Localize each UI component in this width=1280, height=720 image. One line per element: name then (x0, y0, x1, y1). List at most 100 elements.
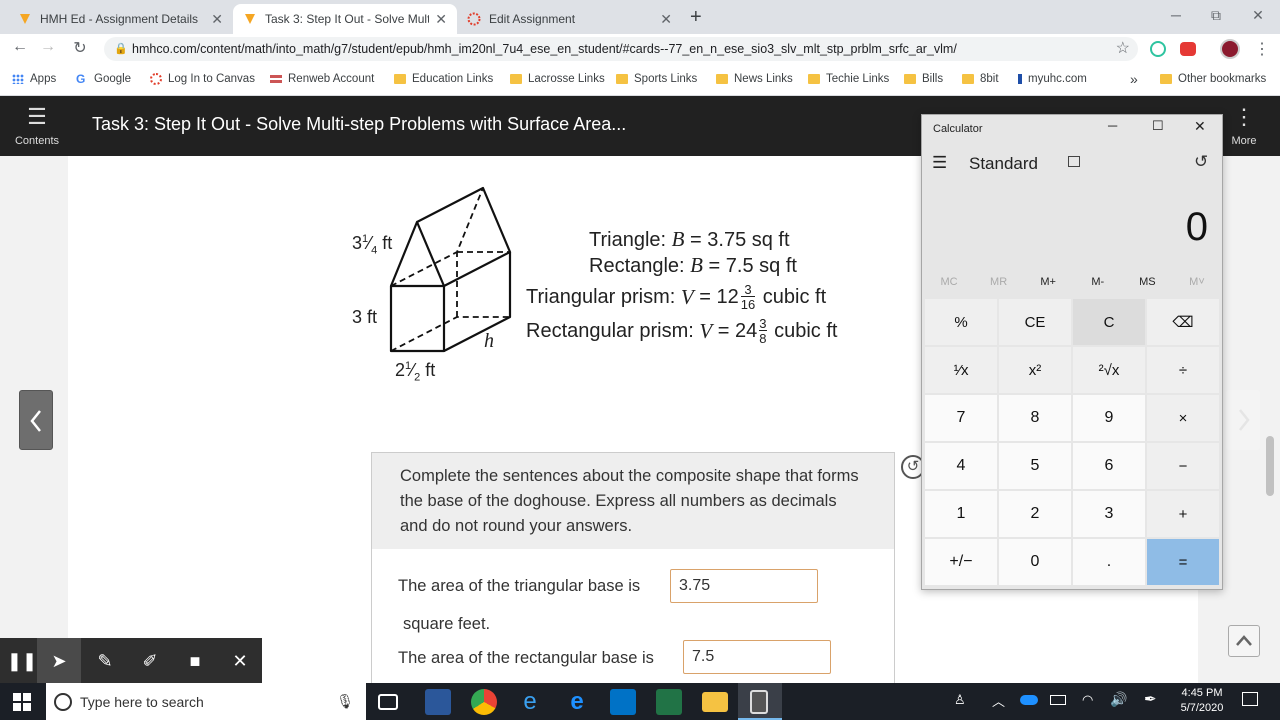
scroll-top-button[interactable] (1228, 625, 1260, 657)
camera-icon[interactable]: ■ (173, 638, 217, 684)
word-icon[interactable] (425, 689, 451, 715)
forward-icon[interactable]: → (36, 38, 60, 56)
next-page-button[interactable] (1226, 390, 1260, 450)
task-view-icon[interactable] (378, 694, 398, 710)
calc-key-digit-7[interactable]: 7 (925, 395, 997, 441)
calc-key-divide[interactable]: ÷ (1147, 347, 1219, 393)
memory-button[interactable]: MR (975, 276, 1023, 288)
calc-key-backspace[interactable]: ⌫ (1147, 299, 1219, 345)
back-icon[interactable]: ← (8, 38, 32, 56)
battery-icon[interactable] (1050, 695, 1066, 705)
volume-icon[interactable]: 🔊 (1110, 691, 1127, 708)
bookmark-canvas[interactable]: Log In to Canvas (150, 71, 255, 87)
triangular-base-area-input[interactable]: 3.75 (670, 569, 818, 603)
onedrive-icon[interactable] (1020, 695, 1038, 705)
calc-key-clear-entry[interactable]: CE (999, 299, 1071, 345)
memory-button[interactable]: M- (1074, 276, 1122, 288)
bookmark-other[interactable]: Other bookmarks (1160, 71, 1266, 87)
chrome-icon[interactable] (471, 689, 497, 715)
memory-button[interactable]: MC (925, 276, 973, 288)
internet-explorer-icon[interactable]: e (517, 689, 543, 715)
calc-key-digit-1[interactable]: 1 (925, 491, 997, 537)
microphone-icon[interactable]: 🎙 (336, 693, 354, 710)
excel-icon[interactable] (656, 689, 682, 715)
tab-close-icon[interactable]: ✕ (660, 11, 672, 28)
bookmark-techie-links[interactable]: Techie Links (808, 71, 889, 87)
address-bar[interactable]: 🔒 hmhco.com/content/math/into_math/g7/st… (104, 37, 1138, 61)
reload-icon[interactable]: ↻ (68, 38, 92, 58)
windows-start-icon[interactable] (13, 693, 31, 711)
bookmark-education-links[interactable]: Education Links (394, 71, 493, 87)
calc-key-equals[interactable]: = (1147, 539, 1219, 585)
calc-key-digit-5[interactable]: 5 (999, 443, 1071, 489)
more-button[interactable]: ⋮ More (1222, 105, 1266, 148)
bookmark-8bit[interactable]: 8bit (962, 71, 999, 87)
extension-red-icon[interactable] (1180, 42, 1196, 56)
calculator-close-button[interactable]: ✕ (1194, 118, 1206, 135)
calc-key-digit-6[interactable]: 6 (1073, 443, 1145, 489)
file-explorer-icon[interactable] (702, 692, 728, 712)
tab-task-3[interactable]: Task 3: Step It Out - Solve Multi- ✕ (233, 4, 457, 34)
calc-key-subtract[interactable]: − (1147, 443, 1219, 489)
outlook-icon[interactable] (610, 689, 636, 715)
memory-button[interactable]: M˅ (1173, 276, 1221, 288)
calc-key-digit-0[interactable]: 0 (999, 539, 1071, 585)
bookmark-myuhc[interactable]: myuhc.com (1018, 71, 1087, 87)
highlighter-icon[interactable]: ✐ (128, 638, 172, 684)
taskbar-clock[interactable]: 4:45 PM 5/7/2020 (1172, 686, 1232, 716)
window-maximize-button[interactable]: ⧉ (1196, 4, 1236, 26)
calc-key-square[interactable]: x² (999, 347, 1071, 393)
calculator-menu-icon[interactable]: ☰ (932, 153, 947, 173)
calc-key-reciprocal[interactable]: ¹⁄x (925, 347, 997, 393)
people-icon[interactable]: ♙ (954, 692, 966, 708)
window-close-button[interactable]: ✕ (1238, 4, 1278, 26)
tray-chevron-up-icon[interactable]: ︿ (992, 691, 1005, 710)
calc-key-digit-9[interactable]: 9 (1073, 395, 1145, 441)
calc-key-multiply[interactable]: × (1147, 395, 1219, 441)
calc-key-decimal[interactable]: . (1073, 539, 1145, 585)
tab-close-icon[interactable]: ✕ (435, 11, 447, 28)
bookmark-lacrosse-links[interactable]: Lacrosse Links (510, 71, 605, 87)
memory-button[interactable]: M+ (1024, 276, 1072, 288)
memory-button[interactable]: MS (1123, 276, 1171, 288)
rectangular-base-area-input[interactable]: 7.5 (683, 640, 831, 674)
contents-button[interactable]: ☰ Contents (0, 105, 74, 148)
calc-key-negate[interactable]: +/− (925, 539, 997, 585)
bookmark-apps[interactable]: Apps (12, 71, 56, 87)
browser-menu-icon[interactable]: ⋮ (1254, 39, 1270, 59)
calc-key-digit-2[interactable]: 2 (999, 491, 1071, 537)
bookmarks-overflow-button[interactable]: » (1130, 71, 1138, 87)
profile-avatar[interactable] (1220, 39, 1240, 59)
bookmark-renweb[interactable]: Renweb Account (270, 71, 374, 87)
calc-key-clear[interactable]: C (1073, 299, 1145, 345)
annotation-close-icon[interactable]: ✕ (218, 638, 262, 684)
calc-key-square-root[interactable]: ²√x (1073, 347, 1145, 393)
calculator-minimize-button[interactable]: ─ (1108, 118, 1117, 133)
pointer-icon[interactable]: ➤ (37, 638, 81, 684)
history-icon[interactable]: ↺ (1194, 152, 1208, 172)
tab-hmh-assignment-details[interactable]: HMH Ed - Assignment Details ✕ (8, 4, 233, 34)
extension-grammarly-icon[interactable] (1150, 41, 1166, 57)
calculator-maximize-button[interactable]: ☐ (1152, 118, 1164, 134)
pen-icon[interactable]: ✎ (83, 638, 127, 684)
keep-on-top-icon[interactable] (1068, 156, 1080, 167)
new-tab-button[interactable]: + (690, 6, 702, 29)
bookmark-star-icon[interactable]: ☆ (1116, 37, 1130, 61)
calc-key-percent[interactable]: % (925, 299, 997, 345)
tab-close-icon[interactable]: ✕ (211, 11, 223, 28)
edge-icon[interactable]: e (564, 689, 590, 715)
bookmark-news-links[interactable]: News Links (716, 71, 793, 87)
calc-key-digit-4[interactable]: 4 (925, 443, 997, 489)
bookmark-google[interactable]: G Google (76, 71, 131, 87)
wifi-icon[interactable]: ◠ (1082, 692, 1093, 708)
previous-page-button[interactable] (19, 390, 53, 450)
calc-key-digit-8[interactable]: 8 (999, 395, 1071, 441)
calc-key-add[interactable]: + (1147, 491, 1219, 537)
page-scrollbar-thumb[interactable] (1266, 436, 1274, 496)
bookmark-bills[interactable]: Bills (904, 71, 943, 87)
calc-key-digit-3[interactable]: 3 (1073, 491, 1145, 537)
pen-workspace-icon[interactable]: ✒ (1144, 690, 1157, 708)
notifications-icon[interactable] (1242, 692, 1258, 706)
taskbar-search-box[interactable]: Type here to search 🎙 (46, 683, 366, 720)
tab-edit-assignment[interactable]: Edit Assignment ✕ (457, 4, 682, 34)
